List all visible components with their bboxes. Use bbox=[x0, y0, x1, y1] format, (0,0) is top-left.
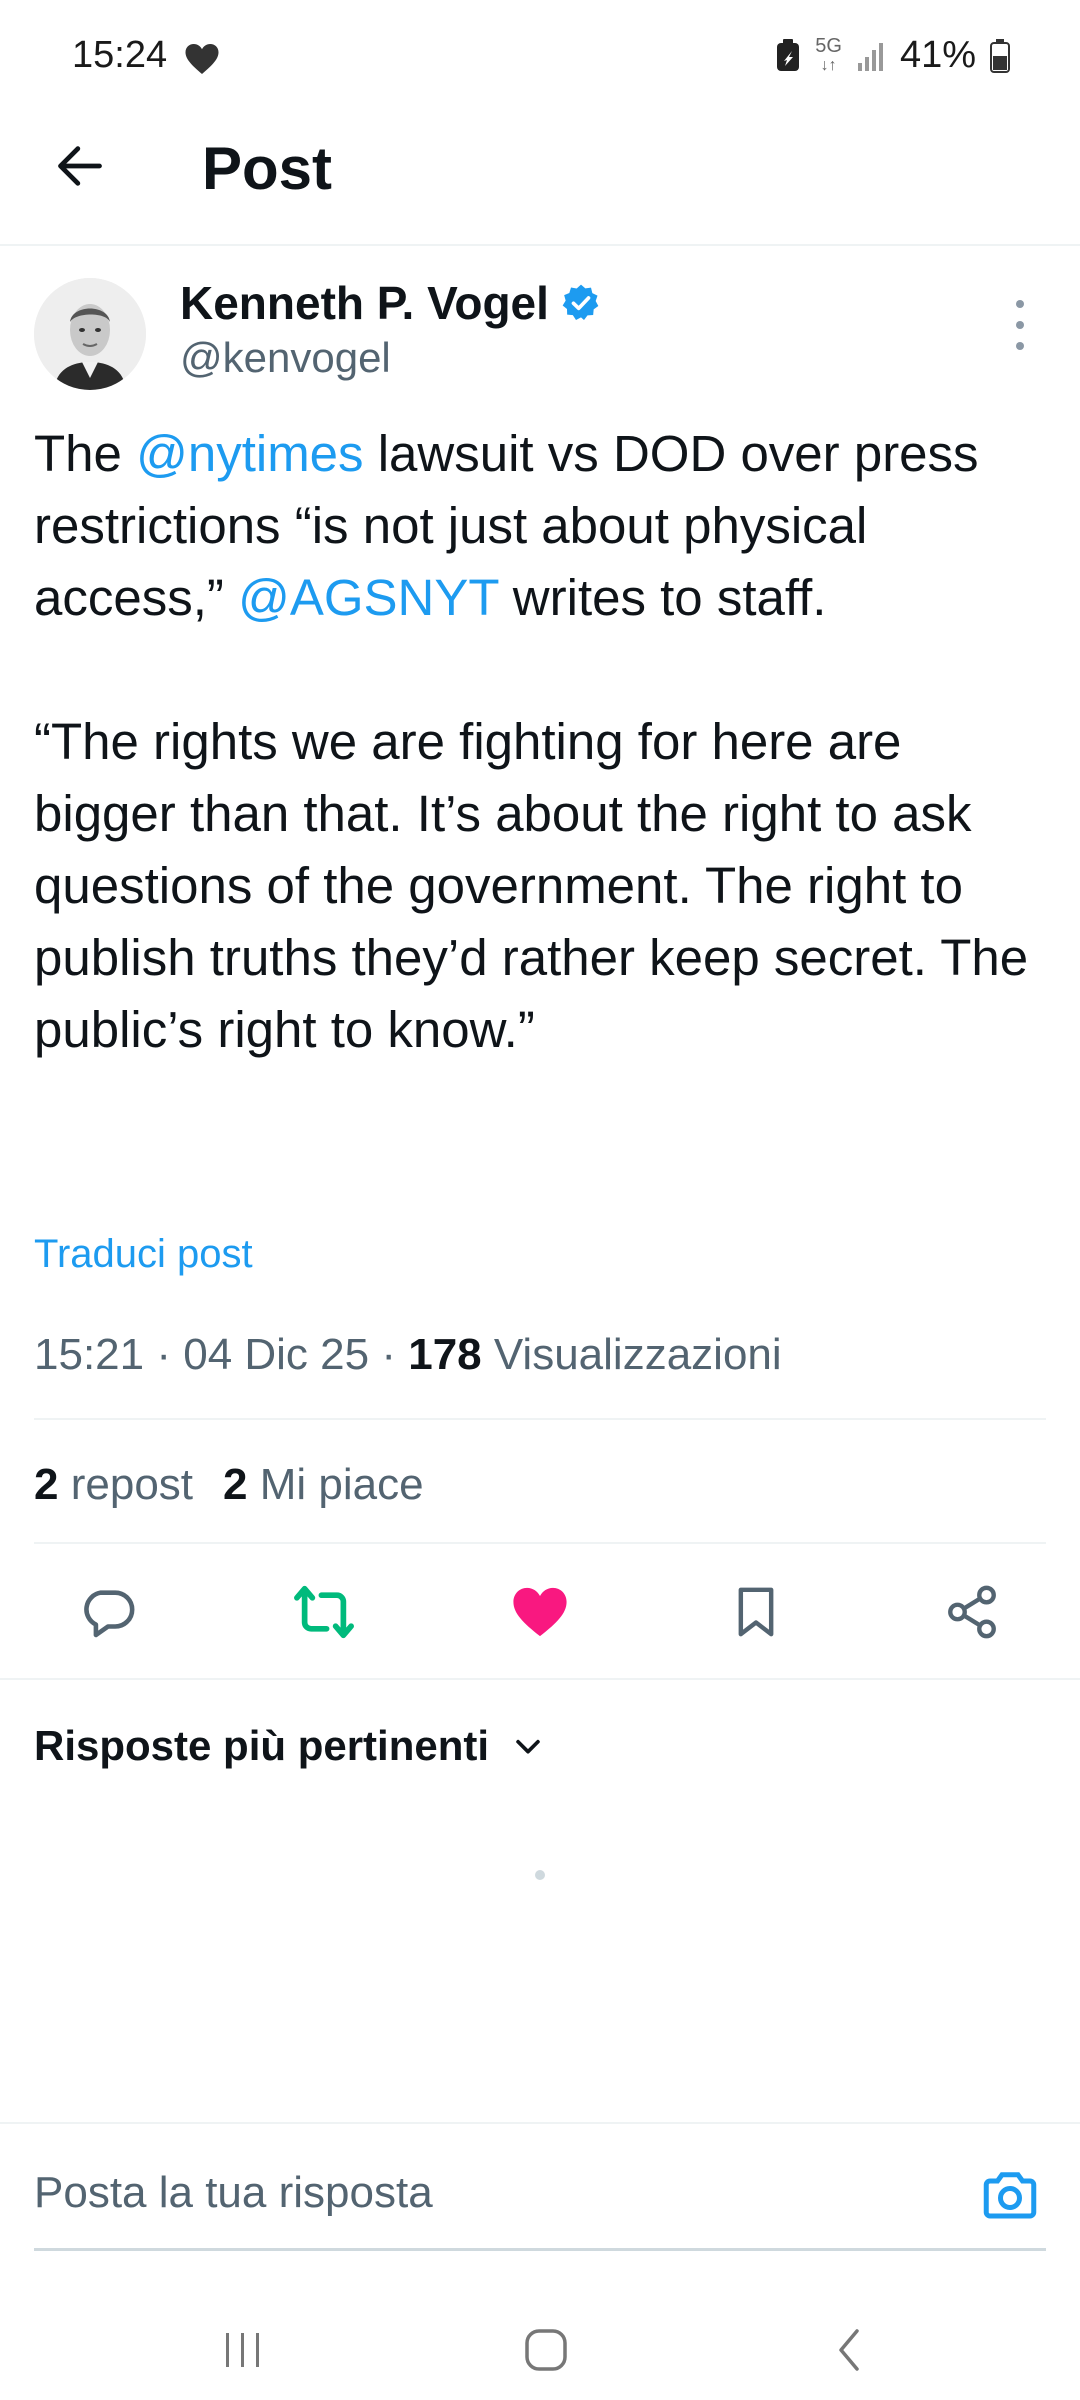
bookmark-button[interactable] bbox=[716, 1572, 796, 1652]
camera-button[interactable] bbox=[980, 2166, 1040, 2226]
battery-saver-icon bbox=[777, 38, 800, 71]
post-stats: 2 repost 2 Mi piace bbox=[34, 1460, 424, 1510]
loading-indicator bbox=[535, 1870, 545, 1880]
views-label[interactable]: Visualizzazioni bbox=[494, 1330, 782, 1379]
like-icon bbox=[513, 1587, 567, 1637]
battery-icon bbox=[990, 38, 1010, 73]
chevron-down-icon bbox=[516, 1739, 540, 1754]
home-icon bbox=[525, 2329, 567, 2371]
back-icon bbox=[839, 2329, 859, 2371]
avatar-photo bbox=[34, 278, 146, 390]
repost-icon bbox=[294, 1585, 354, 1639]
post-meta: 15:21 · 04 Dic 25 · 178 Visualizzazioni bbox=[34, 1330, 782, 1379]
reply-input[interactable]: Posta la tua risposta bbox=[34, 2168, 433, 2218]
network-type: 5G ↓↑ bbox=[815, 34, 842, 74]
share-icon bbox=[948, 1585, 996, 1639]
meta-divider bbox=[34, 1418, 1046, 1420]
battery-percent: 41% bbox=[899, 34, 976, 76]
more-options-button[interactable] bbox=[1000, 300, 1040, 350]
author-name-row[interactable]: Kenneth P. Vogel bbox=[180, 276, 601, 330]
repost-button[interactable] bbox=[284, 1572, 364, 1652]
avatar[interactable] bbox=[34, 278, 146, 390]
replies-sort-dropdown[interactable]: Risposte più pertinenti bbox=[34, 1722, 545, 1770]
replies-sort-label: Risposte più pertinenti bbox=[34, 1722, 490, 1769]
author-name: Kenneth P. Vogel bbox=[180, 277, 549, 329]
author-handle[interactable]: @kenvogel bbox=[180, 334, 391, 382]
mention-link[interactable]: @nytimes bbox=[136, 425, 363, 482]
signal-icon bbox=[857, 42, 883, 71]
stats-divider bbox=[34, 1542, 1046, 1544]
actions-divider bbox=[0, 1678, 1080, 1680]
recent-apps-icon bbox=[226, 2333, 259, 2367]
tweet-text: The @nytimes lawsuit vs DOD over press r… bbox=[34, 425, 1029, 1058]
reposts-stat[interactable]: 2 repost bbox=[34, 1460, 193, 1509]
home-button[interactable] bbox=[496, 2310, 596, 2390]
header-divider bbox=[0, 244, 1080, 246]
arrow-left-icon bbox=[58, 146, 102, 186]
recent-apps-button[interactable] bbox=[193, 2310, 293, 2390]
reply-input-underline bbox=[34, 2248, 1046, 2251]
more-dot bbox=[1016, 300, 1024, 308]
post-time: 15:21 bbox=[34, 1330, 145, 1379]
bookmark-icon bbox=[738, 1587, 774, 1637]
mention-link[interactable]: @AGSNYT bbox=[238, 569, 499, 626]
more-dot bbox=[1016, 321, 1024, 329]
status-icons: 5G ↓↑ 41% bbox=[775, 34, 1010, 77]
page-title: Post bbox=[202, 135, 333, 202]
nav-back-button[interactable] bbox=[800, 2310, 900, 2390]
reply-icon bbox=[84, 1590, 135, 1638]
more-dot bbox=[1016, 342, 1024, 350]
camera-icon bbox=[983, 2172, 1037, 2219]
share-button[interactable] bbox=[932, 1572, 1012, 1652]
reply-button[interactable] bbox=[68, 1572, 148, 1652]
back-button[interactable] bbox=[44, 130, 116, 202]
translate-post-link[interactable]: Traduci post bbox=[34, 1232, 253, 1277]
reply-bar-divider bbox=[0, 2122, 1080, 2124]
like-button[interactable] bbox=[500, 1572, 580, 1652]
likes-stat[interactable]: 2 Mi piace bbox=[223, 1460, 424, 1509]
status-time: 15:24 bbox=[72, 34, 168, 76]
verified-badge-icon bbox=[562, 284, 599, 320]
post-date: 04 Dic 25 bbox=[183, 1330, 370, 1379]
views-count: 178 bbox=[408, 1330, 482, 1379]
heart-icon bbox=[185, 44, 219, 74]
